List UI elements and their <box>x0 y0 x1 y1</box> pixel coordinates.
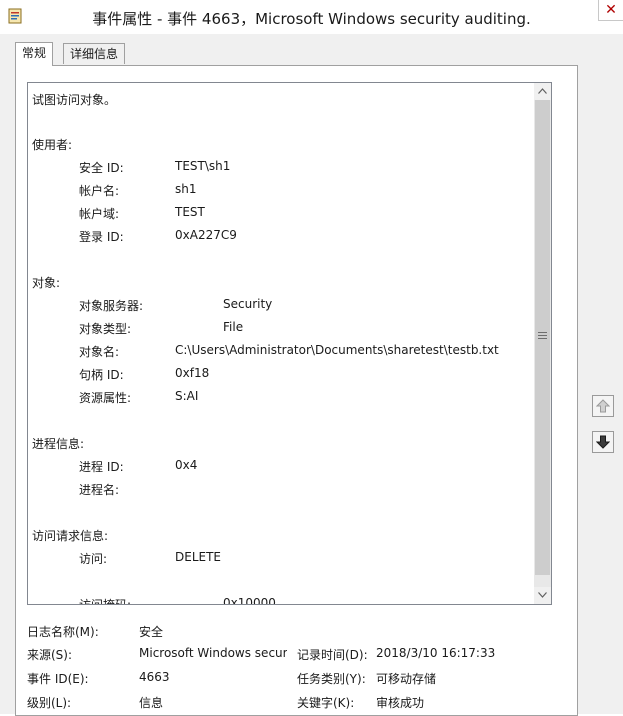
grip-icon <box>538 332 547 340</box>
task-category-value: 可移动存储 <box>376 672 437 686</box>
close-icon: ✕ <box>605 2 617 18</box>
field-value: C:\Users\Administrator\Documents\sharete… <box>175 343 499 357</box>
scroll-down-button[interactable] <box>534 587 551 604</box>
field-value: File <box>223 320 244 334</box>
field-value: sh1 <box>175 182 197 196</box>
logged-label: 记录时间(D): <box>297 648 368 662</box>
field-value: 0x10000 <box>223 596 276 604</box>
log-name-value: 安全 <box>139 625 164 639</box>
tab-general[interactable]: 常规 <box>15 42 54 66</box>
keywords-value: 审核成功 <box>376 696 425 710</box>
task-category-label: 任务类别(Y): <box>297 672 366 686</box>
subject-header: 使用者: <box>32 138 73 152</box>
object-header: 对象: <box>32 276 61 290</box>
arrow-down-icon <box>596 435 610 449</box>
field-value: 0xA227C9 <box>175 228 237 242</box>
field-value: Security <box>223 297 273 311</box>
tab-general-label: 常规 <box>22 46 47 60</box>
field-label: 进程 ID: <box>79 460 124 474</box>
field-label: 登录 ID: <box>79 230 124 244</box>
title-bar: 事件属性 - 事件 4663，Microsoft Windows securit… <box>0 0 623 34</box>
event-description-text: 试图访问对象。 使用者: 安全 ID: TEST\sh1 帐户名: sh1 帐户… <box>28 83 533 604</box>
window-title: 事件属性 - 事件 4663，Microsoft Windows securit… <box>92 10 531 28</box>
logged-value: 2018/3/10 16:17:33 <box>376 646 496 660</box>
process-header: 进程信息: <box>32 437 85 451</box>
scroll-up-button[interactable] <box>534 83 551 100</box>
field-value: 0x4 <box>175 458 198 472</box>
scroll-thumb[interactable] <box>535 100 550 575</box>
field-label: 访问掩码: <box>79 596 131 604</box>
field-value: S:AI <box>175 389 199 403</box>
field-label: 帐户域: <box>79 207 120 221</box>
next-event-button[interactable] <box>592 431 614 453</box>
field-value: DELETE <box>175 550 222 564</box>
field-value: TEST <box>175 205 205 219</box>
tab-details[interactable]: 详细信息 <box>63 43 126 64</box>
chevron-up-icon <box>538 88 547 94</box>
level-value: 信息 <box>139 696 164 710</box>
event-id-value: 4663 <box>139 670 170 684</box>
field-label: 帐户名: <box>79 184 120 198</box>
general-tab-panel: 试图访问对象。 使用者: 安全 ID: TEST\sh1 帐户名: sh1 帐户… <box>15 65 578 716</box>
source-label: 来源(S): <box>27 648 73 662</box>
field-label: 访问: <box>79 552 108 566</box>
event-description-box[interactable]: 试图访问对象。 使用者: 安全 ID: TEST\sh1 帐户名: sh1 帐户… <box>27 82 552 605</box>
previous-event-button[interactable] <box>592 395 614 417</box>
field-label: 资源属性: <box>79 391 132 405</box>
access-header: 访问请求信息: <box>32 529 109 543</box>
field-label: 安全 ID: <box>79 161 124 175</box>
field-label: 对象类型: <box>79 322 132 336</box>
field-label: 对象服务器: <box>79 299 144 313</box>
field-label: 进程名: <box>79 483 120 497</box>
description-intro: 试图访问对象。 <box>32 93 117 107</box>
event-id-label: 事件 ID(E): <box>27 672 89 686</box>
source-value: Microsoft Windows secur <box>139 646 287 660</box>
field-value: TEST\sh1 <box>175 159 231 173</box>
field-label: 对象名: <box>79 345 120 359</box>
arrow-up-icon <box>596 399 610 413</box>
tab-details-label: 详细信息 <box>70 47 119 61</box>
keywords-label: 关键字(K): <box>297 696 355 710</box>
close-button[interactable]: ✕ <box>598 0 623 21</box>
chevron-down-icon <box>538 592 547 598</box>
field-label: 句柄 ID: <box>79 368 124 382</box>
level-label: 级别(L): <box>27 696 72 710</box>
vertical-scrollbar[interactable] <box>534 83 551 604</box>
field-value: 0xf18 <box>175 366 210 380</box>
log-name-label: 日志名称(M): <box>27 625 99 639</box>
